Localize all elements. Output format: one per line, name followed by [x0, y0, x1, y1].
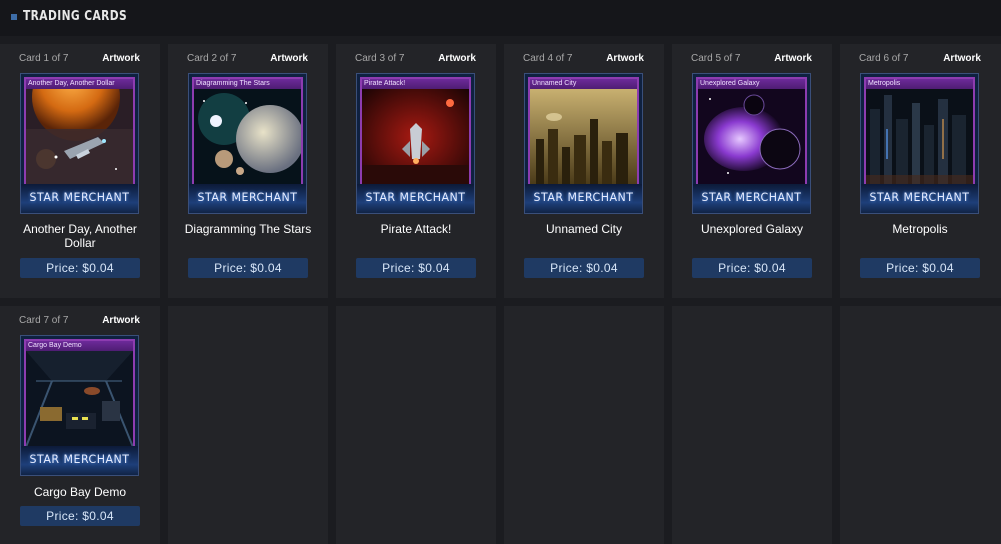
card-game-logo: STAR MERCHANT [29, 452, 130, 467]
card-artwork [26, 89, 133, 185]
card-title: Unexplored Galaxy [700, 222, 804, 236]
card-name-label: Cargo Bay Demo [26, 341, 133, 351]
card-game-logo: STAR MERCHANT [701, 190, 802, 205]
card-tile: Card 5 of 7 Artwork Unexplored Galaxy ST… [672, 44, 832, 298]
artwork-link[interactable]: Artwork [606, 53, 644, 64]
card-frame: Metropolis [864, 77, 975, 187]
trading-card-image[interactable]: Unexplored Galaxy STAR MERCHANT [692, 73, 811, 214]
card-tile: Card 4 of 7 Artwork Unnamed City STAR ME… [504, 44, 664, 298]
price-button[interactable]: Price: $0.04 [188, 258, 308, 278]
card-tile: Card 2 of 7 Artwork Diagramming The Star… [168, 44, 328, 298]
card-game-logo: STAR MERCHANT [29, 190, 130, 205]
price-button[interactable]: Price: $0.04 [860, 258, 980, 278]
card-title: Pirate Attack! [380, 222, 452, 236]
card-name-label: Pirate Attack! [362, 79, 469, 89]
trading-card-image[interactable]: Cargo Bay Demo STAR MERCHANT [20, 335, 139, 476]
price-button[interactable]: Price: $0.04 [356, 258, 476, 278]
card-frame: Unnamed City [528, 77, 639, 187]
empty-tile [672, 306, 832, 544]
card-name-label: Unnamed City [530, 79, 637, 89]
card-count: Card 5 of 7 [691, 53, 741, 64]
card-artwork [362, 89, 469, 185]
price-button[interactable]: Price: $0.04 [524, 258, 644, 278]
card-title: Cargo Bay Demo [33, 485, 127, 499]
artwork-link[interactable]: Artwork [774, 53, 812, 64]
card-count: Card 7 of 7 [19, 315, 69, 326]
card-title: Diagramming The Stars [184, 222, 312, 236]
card-artwork [698, 89, 805, 185]
card-frame: Another Day, Another Dollar [24, 77, 135, 187]
card-count: Card 6 of 7 [859, 53, 909, 64]
card-artwork [866, 89, 973, 185]
artwork-link[interactable]: Artwork [102, 53, 140, 64]
card-artwork [194, 89, 301, 185]
card-name-label: Diagramming The Stars [194, 79, 301, 89]
card-tile: Card 6 of 7 Artwork Metropolis STAR MERC… [840, 44, 1001, 298]
section-title: Trading Cards [23, 9, 128, 24]
trading-card-image[interactable]: Another Day, Another Dollar STAR MERCHAN… [20, 73, 139, 214]
section-header: Trading Cards [0, 0, 1001, 36]
card-count: Card 1 of 7 [19, 53, 69, 64]
card-game-logo: STAR MERCHANT [869, 190, 970, 205]
card-tile: Card 1 of 7 Artwork Another Day, Another… [0, 44, 160, 298]
empty-tile [840, 306, 1001, 544]
empty-tile [336, 306, 496, 544]
card-name-label: Metropolis [866, 79, 973, 89]
card-count: Card 3 of 7 [355, 53, 405, 64]
card-name-label: Unexplored Galaxy [698, 79, 805, 89]
artwork-link[interactable]: Artwork [102, 315, 140, 326]
empty-tile [168, 306, 328, 544]
empty-tile [504, 306, 664, 544]
card-frame: Cargo Bay Demo [24, 339, 135, 449]
card-count: Card 4 of 7 [523, 53, 573, 64]
card-game-logo: STAR MERCHANT [197, 190, 298, 205]
header-bullet-icon [11, 14, 17, 20]
card-title: Another Day, Another Dollar [23, 222, 137, 250]
trading-card-image[interactable]: Diagramming The Stars STAR MERCHANT [188, 73, 307, 214]
card-count: Card 2 of 7 [187, 53, 237, 64]
trading-card-image[interactable]: Unnamed City STAR MERCHANT [524, 73, 643, 214]
card-title: Unnamed City [545, 222, 623, 236]
artwork-link[interactable]: Artwork [270, 53, 308, 64]
card-frame: Unexplored Galaxy [696, 77, 807, 187]
card-frame: Pirate Attack! [360, 77, 471, 187]
artwork-link[interactable]: Artwork [943, 53, 981, 64]
card-title: Metropolis [892, 222, 948, 236]
price-button[interactable]: Price: $0.04 [20, 258, 140, 278]
card-artwork [530, 89, 637, 185]
artwork-link[interactable]: Artwork [438, 53, 476, 64]
card-game-logo: STAR MERCHANT [365, 190, 466, 205]
card-tile: Card 3 of 7 Artwork Pirate Attack! STAR … [336, 44, 496, 298]
price-button[interactable]: Price: $0.04 [692, 258, 812, 278]
price-button[interactable]: Price: $0.04 [20, 506, 140, 526]
card-tile: Card 7 of 7 Artwork Cargo Bay Demo STAR … [0, 306, 160, 544]
trading-card-image[interactable]: Pirate Attack! STAR MERCHANT [356, 73, 475, 214]
trading-card-image[interactable]: Metropolis STAR MERCHANT [860, 73, 979, 214]
card-game-logo: STAR MERCHANT [533, 190, 634, 205]
card-artwork [26, 351, 133, 447]
card-name-label: Another Day, Another Dollar [26, 79, 133, 89]
card-frame: Diagramming The Stars [192, 77, 303, 187]
